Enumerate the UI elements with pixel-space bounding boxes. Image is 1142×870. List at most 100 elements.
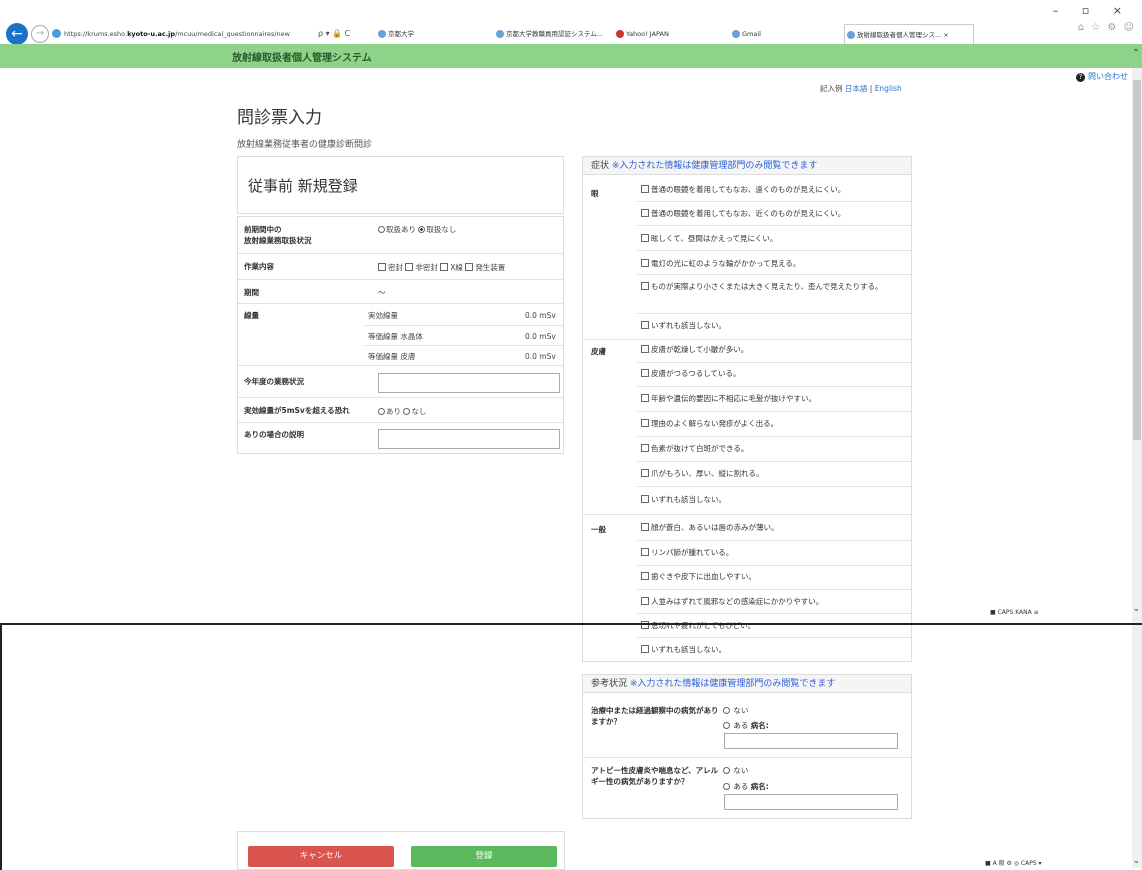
tab-yahoo[interactable]: Yahoo! JAPAN <box>614 24 724 44</box>
lang-en-link[interactable]: English <box>875 84 902 93</box>
skin-none-checkbox[interactable]: いずれも該当しない。 <box>641 494 906 505</box>
general-symptom-checkbox[interactable]: 歯ぐきや皮下に出血しやすい。 <box>641 571 906 582</box>
checkbox-icon <box>465 263 474 271</box>
checkbox-icon <box>641 419 649 427</box>
eye-symptom-checkbox[interactable]: 電灯の光に虹のような輪がかかって見える。 <box>641 258 906 269</box>
divider <box>637 250 911 251</box>
checkbox-icon <box>641 444 649 452</box>
status-label: 今年度の業務状況 <box>244 377 304 386</box>
work-info-panel: 前期間中の 放射線業務取扱状況 取扱あり 取扱なし 作業内容 密封 非密封 X線 … <box>237 216 564 454</box>
skin-symptom-checkbox[interactable]: 爪がもろい、厚い、縦に割れる。 <box>641 468 906 479</box>
explain-label: ありの場合の説明 <box>244 430 304 439</box>
handling-no-radio[interactable]: 取扱なし <box>418 225 456 234</box>
treatment-question: 治療中または経過観察中の病気がありますか？ <box>591 706 719 726</box>
general-symptom-checkbox[interactable]: リンパ節が腫れている。 <box>641 547 906 558</box>
work-label: 作業内容 <box>244 262 274 271</box>
divider <box>637 486 911 487</box>
eye-symptom-checkbox[interactable]: ものが実際より小さくまたは大きく見えたり、歪んで見えたりする。 <box>641 281 906 292</box>
cancel-button[interactable]: キャンセル <box>248 846 394 867</box>
scrollbar-thumb[interactable] <box>1133 80 1141 440</box>
reference-header: 参考状況 ※入力された情報は健康管理部門のみ閲覧できます <box>583 675 911 693</box>
radio-selected-icon <box>418 226 426 233</box>
back-arrow-icon[interactable]: ← <box>6 23 28 45</box>
url-domain: kyoto-u.ac.jp <box>127 30 176 38</box>
risk-no-radio[interactable]: なし <box>403 407 426 416</box>
status-input[interactable] <box>378 373 560 393</box>
divider <box>637 565 911 566</box>
dose-lens-name: 等価線量 水晶体 <box>368 332 423 341</box>
browser-toolbar-icons[interactable]: ⌂ ☆ ⚙ ☺ <box>1078 22 1136 33</box>
treatment-disease-input[interactable] <box>724 733 898 749</box>
tab-kyoto-u[interactable]: 京都大学 <box>376 24 486 44</box>
handling-radio-group: 取扱あり 取扱なし <box>378 224 456 235</box>
general-symptom-checkbox[interactable]: 息切れや疲れがとてもひどい。 <box>641 620 906 631</box>
handling-label: 前期間中の 放射線業務取扱状況 <box>244 225 312 245</box>
dose-lens-value: 0.0 mSv <box>525 332 556 341</box>
tab-gmail[interactable]: Gmail <box>730 24 840 44</box>
divider <box>238 397 563 398</box>
work-xray-checkbox[interactable]: X線 <box>440 263 463 272</box>
allergy-disease-input[interactable] <box>724 794 898 810</box>
ime-indicator[interactable]: ■ A 般 ⚙ ◎ CAPS ▾ <box>985 858 1042 867</box>
lang-separator: | <box>867 84 875 93</box>
risk-yes-radio[interactable]: あり <box>378 407 401 416</box>
eye-symptom-checkbox[interactable]: 普通の眼鏡を着用してもなお、近くのものが見えにくい。 <box>641 208 906 219</box>
app-title[interactable]: 放射線取扱者個人管理システム <box>232 49 372 64</box>
work-sealed-checkbox[interactable]: 密封 <box>378 263 403 272</box>
tab-active-radiation-system[interactable]: 放射線取扱者個人管理シス... × <box>844 24 974 44</box>
general-symptom-checkbox[interactable]: 人並みはずれて風邪などの感染症にかかりやすい。 <box>641 596 906 607</box>
eye-symptom-checkbox[interactable]: 普通の眼鏡を着用してもなお、遠くのものが見えにくい。 <box>641 184 906 195</box>
scroll-down-arrow-icon[interactable]: ⌄ <box>1132 604 1140 614</box>
allergy-yes-radio[interactable]: ある 病名: <box>723 781 769 792</box>
scroll-down-arrow-icon[interactable]: ⌄ <box>1132 856 1140 866</box>
checkbox-icon <box>641 282 649 290</box>
explain-input[interactable] <box>378 429 560 449</box>
tab-label: 放射線取扱者個人管理シス... × <box>857 31 949 39</box>
tab-favicon-icon <box>378 30 386 38</box>
work-unsealed-checkbox[interactable]: 非密封 <box>405 263 438 272</box>
period-value: 〜 <box>378 288 386 297</box>
checkbox-icon <box>378 263 386 271</box>
tab-auth-system[interactable]: 京都大学教職員用認証システム... <box>494 24 614 44</box>
gmail-favicon-icon <box>732 30 740 38</box>
checkbox-icon <box>641 597 649 605</box>
work-checkbox-group: 密封 非密封 X線 発生装置 <box>378 262 505 273</box>
tab-label: Yahoo! JAPAN <box>626 30 669 38</box>
divider <box>637 613 911 614</box>
address-bar-icons[interactable]: ρ ▾ 🔒 C <box>318 25 350 43</box>
divider <box>637 225 911 226</box>
tab-label: 京都大学教職員用認証システム... <box>506 30 604 38</box>
treatment-no-radio[interactable]: ない <box>723 705 748 716</box>
allergy-no-radio[interactable]: ない <box>723 765 748 776</box>
symptoms-header: 症状 ※入力された情報は健康管理部門のみ閲覧できます <box>583 157 911 175</box>
tab-label: Gmail <box>742 30 761 38</box>
dose-label: 線量 <box>244 311 259 320</box>
divider <box>637 386 911 387</box>
lang-prefix: 記入例 <box>820 84 845 93</box>
lang-ja-link[interactable]: 日本語 <box>845 84 868 93</box>
skin-symptom-checkbox[interactable]: 年齢や遺伝的要因に不相応に毛髪が抜けやすい。 <box>641 393 906 404</box>
work-generator-checkbox[interactable]: 発生装置 <box>465 263 505 272</box>
general-none-checkbox[interactable]: いずれも該当しない。 <box>641 644 906 655</box>
eye-none-checkbox[interactable]: いずれも該当しない。 <box>641 320 906 331</box>
scroll-up-arrow-icon[interactable]: ⌃ <box>1132 48 1140 59</box>
general-symptom-checkbox[interactable]: 顔が蒼白、あるいは唇の赤みが薄い。 <box>641 522 906 533</box>
forward-arrow-icon[interactable]: → <box>31 25 49 43</box>
help-link[interactable]: ? 問い合わせ <box>1076 71 1128 82</box>
handling-yes-radio[interactable]: 取扱あり <box>378 225 416 234</box>
eye-symptom-checkbox[interactable]: 眩しくて、昼間はかえって見にくい。 <box>641 233 906 244</box>
ime-indicator[interactable]: ■ CAPS KANA ≡ <box>990 609 1039 616</box>
skin-symptom-checkbox[interactable]: 理由のよく解らない発疹がよく出る。 <box>641 418 906 429</box>
checkbox-icon <box>641 259 649 267</box>
register-button[interactable]: 登録 <box>411 846 557 867</box>
window-controls[interactable]: – ▫ × <box>1053 4 1132 17</box>
site-favicon-icon <box>52 29 61 38</box>
dose-effective-name: 実効線量 <box>368 311 398 320</box>
skin-symptom-checkbox[interactable]: 皮膚がつるつるしている。 <box>641 368 906 379</box>
skin-symptom-checkbox[interactable]: 色素が抜けて白斑ができる。 <box>641 443 906 454</box>
skin-symptom-checkbox[interactable]: 皮膚が乾燥して小皺が多い。 <box>641 344 906 355</box>
address-bar[interactable]: https://krums.esho.kyoto-u.ac.jp/mcuu/me… <box>52 25 362 43</box>
checkbox-icon <box>641 645 649 653</box>
divider <box>583 339 911 340</box>
treatment-yes-radio[interactable]: ある 病名: <box>723 720 769 731</box>
